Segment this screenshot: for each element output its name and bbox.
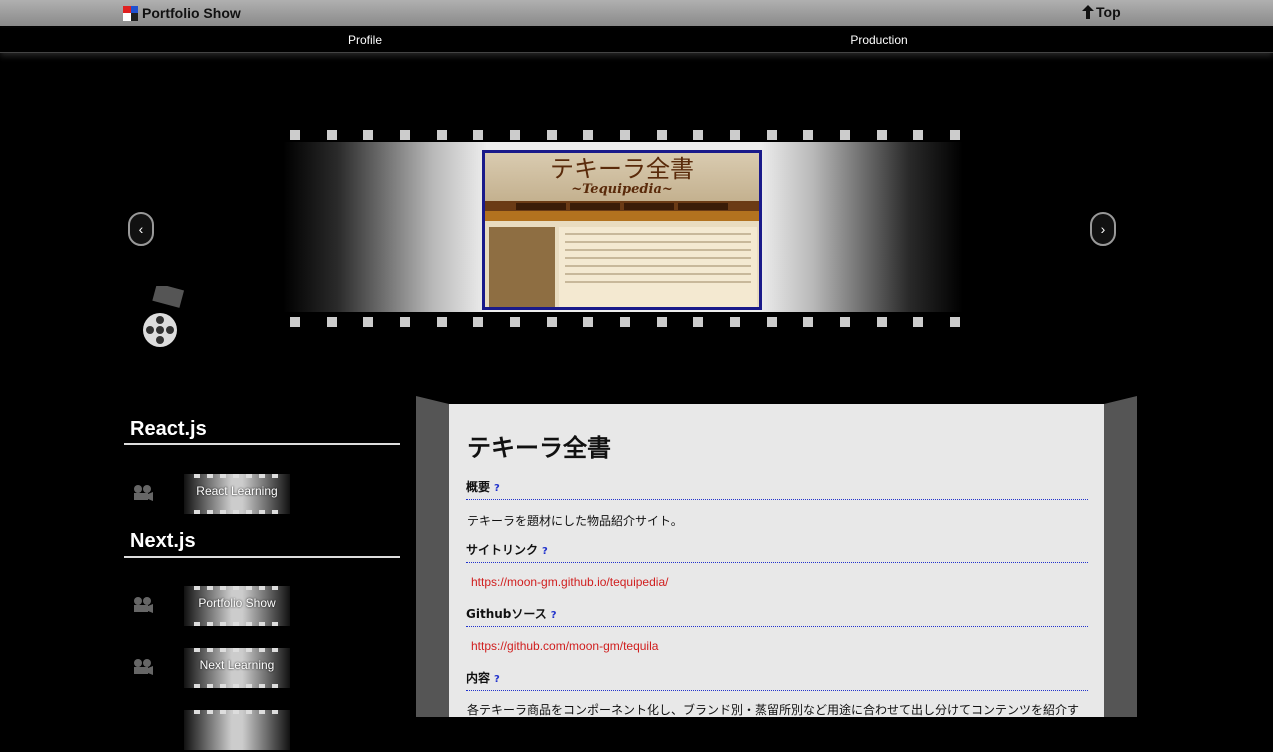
category-divider bbox=[124, 556, 400, 558]
project-tile bbox=[184, 710, 290, 750]
project-label: Portfolio Show bbox=[198, 596, 276, 610]
nav-profile[interactable]: Profile bbox=[348, 33, 382, 47]
help-icon[interactable]: ? bbox=[542, 546, 548, 557]
chevron-right-icon: › bbox=[1100, 221, 1106, 237]
detail-title: テキーラ全書 bbox=[467, 434, 611, 462]
site-link[interactable]: https://moon-gm.github.io/tequipedia/ bbox=[471, 575, 668, 589]
nav-production[interactable]: Production bbox=[850, 33, 907, 47]
brand-logo-icon bbox=[123, 5, 138, 21]
detail-panel: テキーラ全書 概要? テキーラを題材にした物品紹介サイト。 サイトリンク? ht… bbox=[449, 404, 1104, 717]
section-overview-header: 概要? bbox=[466, 478, 1088, 500]
slide-header: テキーラ全書 ~Tequipedia~ bbox=[485, 153, 759, 201]
section-github-header: Githubソース? bbox=[466, 605, 1088, 627]
slide-subtitle: ~Tequipedia~ bbox=[571, 182, 673, 197]
film-holes-top bbox=[290, 130, 960, 142]
main-nav: Profile Production bbox=[0, 28, 1273, 53]
brand[interactable]: Portfolio Show bbox=[123, 4, 241, 22]
section-site-link-header: サイトリンク? bbox=[466, 541, 1088, 563]
content-text: 各テキーラ商品をコンポーネント化し、ブランド別・蒸留所別など用途に合わせて出し分… bbox=[467, 703, 1080, 717]
section-label: 概要 bbox=[466, 480, 491, 494]
project-next-partial[interactable] bbox=[132, 708, 292, 752]
movie-camera-icon bbox=[134, 485, 153, 501]
project-label: React Learning bbox=[196, 484, 278, 498]
category-next: Next.js bbox=[130, 530, 196, 552]
help-icon[interactable]: ? bbox=[551, 610, 557, 621]
section-label: 内容 bbox=[466, 671, 491, 685]
carousel-next-button[interactable]: › bbox=[1090, 212, 1116, 246]
slide-title: テキーラ全書 bbox=[550, 155, 694, 183]
overview-text: テキーラを題材にした物品紹介サイト。 bbox=[467, 514, 683, 528]
section-label: Githubソース bbox=[466, 607, 547, 621]
chevron-left-icon: ‹ bbox=[138, 221, 144, 237]
slide-nav bbox=[485, 201, 759, 211]
arrow-up-icon bbox=[1082, 5, 1094, 19]
category-divider bbox=[124, 443, 400, 445]
movie-camera-icon bbox=[134, 659, 153, 675]
category-react: React.js bbox=[130, 418, 207, 440]
top-link[interactable]: Top bbox=[1082, 4, 1121, 20]
movie-camera-icon bbox=[134, 597, 153, 613]
project-portfolio-show[interactable]: Portfolio Show bbox=[132, 584, 292, 628]
section-content-header: 内容? bbox=[466, 669, 1088, 691]
top-link-label: Top bbox=[1096, 4, 1121, 20]
project-next-learning[interactable]: Next Learning bbox=[132, 646, 292, 690]
carousel-slide[interactable]: テキーラ全書 ~Tequipedia~ bbox=[482, 150, 762, 310]
carousel-prev-button[interactable]: ‹ bbox=[128, 212, 154, 246]
github-link[interactable]: https://github.com/moon-gm/tequila bbox=[471, 639, 658, 653]
brand-name: Portfolio Show bbox=[142, 5, 241, 21]
help-icon[interactable]: ? bbox=[494, 483, 500, 494]
help-icon[interactable]: ? bbox=[494, 674, 500, 685]
top-bar: Portfolio Show Top bbox=[0, 0, 1273, 26]
slide-sidebar bbox=[489, 227, 555, 307]
project-react-learning[interactable]: React Learning bbox=[132, 472, 292, 516]
slide-body bbox=[559, 227, 757, 307]
film-reel-icon bbox=[143, 286, 185, 347]
project-label: Next Learning bbox=[199, 658, 275, 672]
film-holes-bottom bbox=[290, 317, 960, 329]
slide-band bbox=[485, 211, 759, 221]
section-label: サイトリンク bbox=[466, 543, 539, 557]
